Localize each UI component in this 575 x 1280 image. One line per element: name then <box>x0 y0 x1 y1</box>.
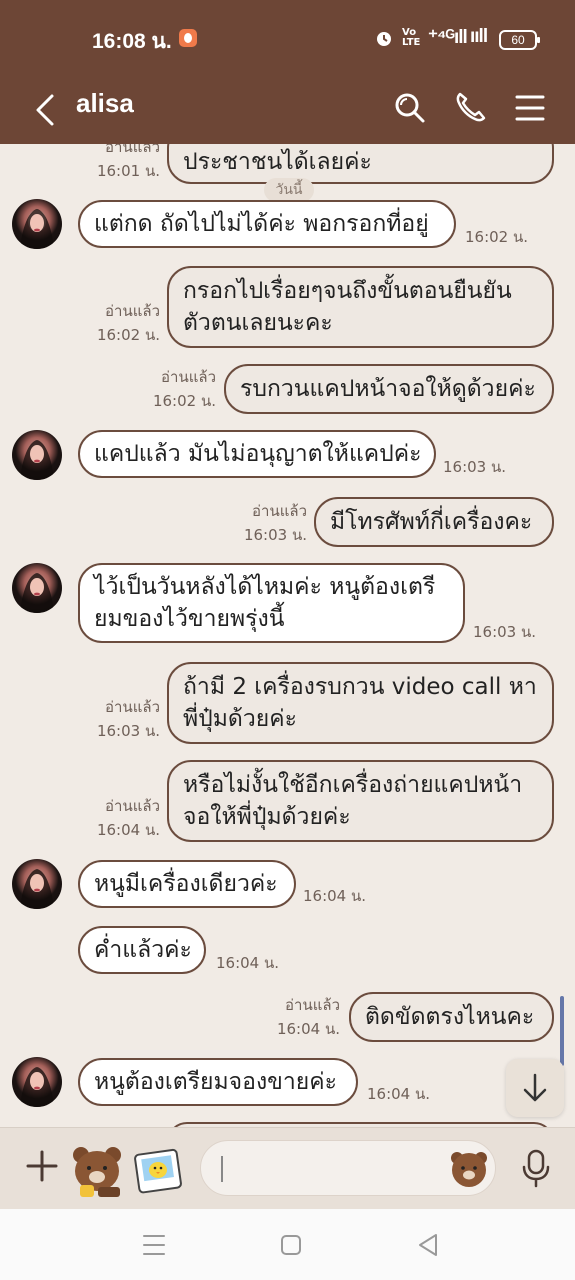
network-indicator: ⁺⁴ᴳıll <box>428 27 468 48</box>
battery-indicator: 60 <box>499 30 540 50</box>
scroll-down-icon[interactable] <box>506 1059 564 1117</box>
back-triangle-icon[interactable] <box>408 1229 448 1261</box>
read-receipt: อ่านแล้ว <box>105 797 160 815</box>
read-receipt: อ่านแล้ว <box>285 996 340 1014</box>
chat-message-list[interactable]: อ่านแล้ว 16:01 น. ประชาชนได้เลยค่ะ วันนี… <box>0 144 575 1127</box>
message-bubble-incoming[interactable]: ไว้เป็นวันหลังได้ไหมค่ะ หนูต้องเตรี ยมขอ… <box>78 563 465 643</box>
message-bubble-incoming[interactable]: หนูต้องเตรียมจองขายค่ะ <box>78 1058 358 1106</box>
status-time: 16:08 น. <box>92 30 172 53</box>
bear-sticker-icon[interactable] <box>68 1141 126 1199</box>
message-time: 16:02 น. <box>152 392 216 410</box>
message-bubble-incoming[interactable]: แคปแล้ว มันไม่อนุญาตให้แคปค่ะ <box>78 430 436 478</box>
menu-icon[interactable] <box>508 86 552 130</box>
message-time: 16:04 น. <box>216 954 280 972</box>
read-receipt: อ่านแล้ว <box>252 502 307 520</box>
message-bubble-outgoing[interactable]: ถ้ามี 2 เครื่องรบกวน video call หา พี่ปุ… <box>167 662 554 744</box>
message-time: 16:04 น. <box>367 1085 431 1103</box>
message-bubble-outgoing[interactable]: ประชาชนได้เลยค่ะ <box>167 144 554 184</box>
chevron-left-icon[interactable] <box>28 88 68 132</box>
read-receipt: อ่านแล้ว <box>105 698 160 716</box>
phone-icon[interactable] <box>448 86 492 130</box>
message-input-bar <box>0 1127 575 1210</box>
recent-apps-icon[interactable] <box>134 1229 174 1261</box>
message-time: 16:04 น. <box>303 887 367 905</box>
message-time: 16:04 น. <box>276 1020 340 1038</box>
message-time: 16:03 น. <box>473 623 537 641</box>
notification-icon <box>179 29 197 47</box>
avatar[interactable] <box>12 430 62 480</box>
message-bubble-incoming[interactable]: แต่กด ถัดไปไม่ได้ค่ะ พอกรอกที่อยู่ <box>78 200 456 248</box>
alarm-icon <box>377 32 391 46</box>
message-time: 16:01 น. <box>96 162 160 180</box>
chick-sticker-icon[interactable] <box>134 1146 184 1196</box>
message-time: 16:04 น. <box>96 821 160 839</box>
message-bubble-outgoing[interactable]: หรือไม่งั้นใช้อีกเครื่องถ่ายแคปหน้า จอให… <box>167 760 554 842</box>
plus-icon[interactable] <box>22 1146 62 1186</box>
avatar[interactable] <box>12 563 62 613</box>
message-bubble-incoming[interactable]: ค่ำแล้วค่ะ <box>78 926 206 974</box>
message-time: 16:02 น. <box>465 228 529 246</box>
message-bubble-outgoing[interactable]: ติดขัดตรงไหนคะ <box>349 992 554 1042</box>
message-time: 16:03 น. <box>443 458 507 476</box>
message-bubble-outgoing[interactable]: มีโทรศัพท์กี่เครื่องคะ <box>314 497 554 547</box>
avatar[interactable] <box>12 859 62 909</box>
search-icon[interactable] <box>388 86 432 130</box>
message-bubble-outgoing[interactable]: กรอกไปเรื่อยๆจนถึงขั้นตอนยืนยัน ตัวตนเลย… <box>167 266 554 348</box>
chat-header: alisa <box>0 76 575 144</box>
signal-indicator: ııll <box>470 26 488 47</box>
home-icon[interactable] <box>271 1229 311 1261</box>
bear-emoji-icon[interactable] <box>447 1146 491 1190</box>
read-receipt: อ่านแล้ว <box>105 144 160 156</box>
text-caret <box>221 1156 223 1182</box>
date-chip: วันนี้ <box>264 178 314 202</box>
read-receipt: อ่านแล้ว <box>105 302 160 320</box>
message-time: 16:03 น. <box>243 526 307 544</box>
microphone-icon[interactable] <box>516 1146 556 1190</box>
message-time: 16:02 น. <box>96 326 160 344</box>
message-time: 16:03 น. <box>96 722 160 740</box>
status-bar: 16:08 น. Vo LTE ⁺⁴ᴳıll ııll 60 <box>0 0 575 76</box>
scrollbar[interactable] <box>560 996 564 1066</box>
avatar[interactable] <box>12 199 62 249</box>
message-bubble-outgoing[interactable]: รบกวนแคปหน้าจอให้ดูด้วยค่ะ <box>224 364 554 414</box>
avatar[interactable] <box>12 1057 62 1107</box>
read-receipt: อ่านแล้ว <box>161 368 216 386</box>
system-nav-bar <box>0 1209 575 1280</box>
message-bubble-incoming[interactable]: หนูมีเครื่องเดียวค่ะ <box>78 860 296 908</box>
chat-title[interactable]: alisa <box>76 88 134 119</box>
volte-indicator: Vo LTE <box>402 27 421 48</box>
